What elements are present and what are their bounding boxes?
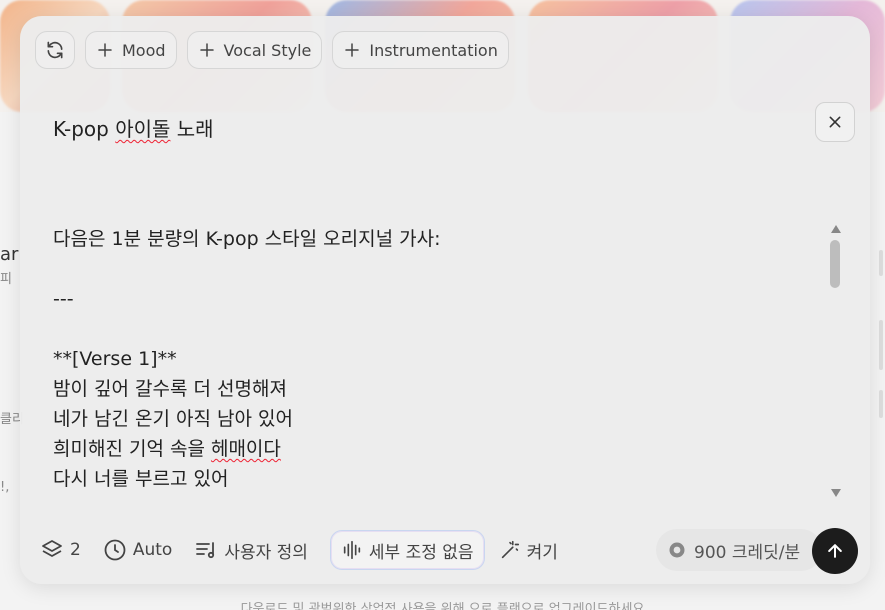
upgrade-notice: 다운로드 및 광범위한 상업적 사용을 위해 으로 플랜으로 업그레이드하세요 [240, 602, 645, 610]
lyrics-line: 다시 너를 부르고 있어 [53, 468, 229, 490]
background-scroll-mark [879, 390, 883, 418]
mood-label: Mood [122, 40, 166, 60]
add-instrumentation-button[interactable]: Instrumentation [332, 31, 509, 69]
plus-icon [98, 43, 112, 57]
submit-button[interactable] [812, 528, 858, 574]
lyrics-line: 희미해진 기억 속을 헤매이다 [53, 434, 813, 464]
layers-button[interactable]: 2 [40, 538, 81, 562]
lyrics-misspelled-word: 헤매이다 [210, 438, 281, 460]
credits-label: 900 크레딧/분 [694, 542, 801, 563]
clock-icon [104, 539, 126, 561]
vocal-style-label: Vocal Style [223, 40, 312, 60]
fine-tune-label: 세부 조정 없음 [368, 542, 474, 563]
lyrics-line: 다음은 1분 분량의 K-pop 스타일 오리지널 가사: [53, 228, 441, 250]
title-prefix: K-pop [53, 117, 116, 141]
custom-label: 사용자 정의 [224, 542, 308, 563]
background-scroll-mark [879, 320, 883, 370]
lyrics-line-text: 희미해진 기억 속을 [53, 438, 211, 460]
background-text: 피 [0, 272, 12, 287]
custom-lyrics-button[interactable]: 사용자 정의 [194, 538, 308, 563]
layers-count: 2 [70, 540, 81, 560]
lyrics-textarea[interactable]: 다음은 1분 분량의 K-pop 스타일 오리지널 가사: --- **[Ver… [53, 224, 813, 494]
add-mood-button[interactable]: Mood [85, 31, 177, 69]
auto-label: Auto [132, 540, 173, 560]
refresh-button[interactable] [35, 31, 75, 69]
waveform-icon [343, 540, 361, 560]
background-text: !, [0, 480, 10, 495]
lyrics-line: 밤이 깊어 갈수록 더 선명해져 [53, 378, 287, 400]
song-title-input[interactable]: K-pop 아이돌 노래 [53, 113, 214, 142]
enhance-label: 켜기 [526, 542, 558, 563]
lyrics-line: --- [53, 288, 74, 310]
layers-icon [42, 540, 62, 557]
duration-auto-button[interactable]: Auto [103, 538, 172, 562]
background-text: ar [0, 244, 19, 265]
enhance-toggle[interactable]: 켜기 [499, 538, 558, 563]
scroll-up-arrow[interactable] [830, 224, 842, 234]
credit-coin-icon [669, 542, 685, 558]
close-icon [829, 116, 841, 128]
song-prompt-modal: Mood Vocal Style Instrumentation K-pop 아… [20, 16, 870, 584]
lyrics-line: **[Verse 1]** [53, 348, 177, 370]
lyrics-line: 네가 남긴 온기 아직 남아 있어 [53, 408, 293, 430]
scrollbar-thumb[interactable] [830, 240, 840, 288]
arrow-up-icon [828, 544, 842, 558]
background-scroll-mark [879, 250, 883, 276]
magic-wand-icon [501, 540, 519, 559]
credits-indicator: 900 크레딧/분 [656, 529, 822, 571]
add-vocal-style-button[interactable]: Vocal Style [186, 31, 323, 69]
title-misspelled-word: 아이돌 [115, 117, 171, 141]
bottom-toolbar: 2 Auto 사용자 정의 세부 조정 없음 켜기 [40, 530, 580, 570]
close-button[interactable] [815, 102, 855, 142]
refresh-icon [47, 41, 63, 59]
tag-chip-row: Mood Vocal Style Instrumentation [35, 31, 509, 71]
scroll-down-arrow[interactable] [830, 488, 842, 498]
instrumentation-label: Instrumentation [369, 40, 498, 60]
lyrics-note-icon [196, 542, 215, 559]
fine-tune-button[interactable]: 세부 조정 없음 [329, 530, 485, 570]
plus-icon [199, 43, 214, 57]
title-suffix: 노래 [170, 117, 214, 141]
plus-icon [345, 43, 360, 57]
